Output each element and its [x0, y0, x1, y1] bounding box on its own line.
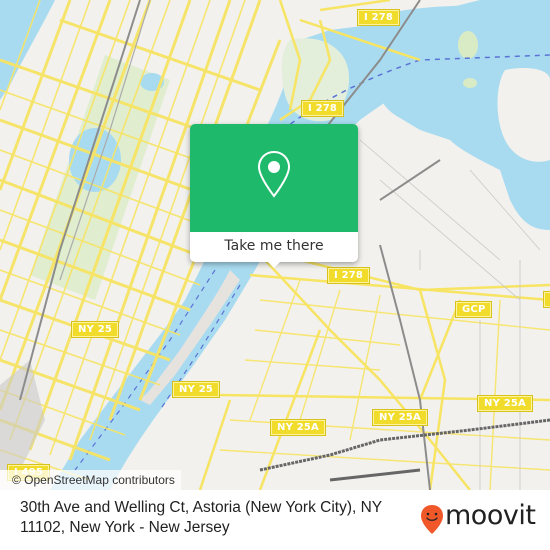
road-shield-ny25a: NY 25A — [372, 409, 428, 426]
map-attribution[interactable]: © OpenStreetMap contributors — [0, 470, 181, 490]
popup-header — [190, 124, 358, 232]
address-text: 30th Ave and Welling Ct, Astoria (New Yo… — [20, 499, 382, 536]
island-1 — [458, 31, 478, 59]
map-view[interactable]: I 278 I 278 I 278 GCP G NY 25 NY 25 NY 2… — [0, 0, 550, 490]
moovit-pin-icon — [421, 505, 443, 534]
road-shield-ny25: NY 25 — [171, 381, 221, 398]
destination-popup: Take me there — [190, 124, 358, 268]
road-shield-gcp: GCP — [454, 301, 493, 318]
popup-pointer — [266, 260, 282, 268]
road-shield-gcp: G — [542, 291, 550, 308]
road-shield-i278: I 278 — [300, 100, 345, 117]
location-pin-icon — [257, 150, 291, 198]
road-shield-ny25: NY 25 — [70, 321, 120, 338]
moovit-wordmark: moovit — [445, 500, 536, 531]
footer: 30th Ave and Welling Ct, Astoria (New Yo… — [0, 490, 550, 550]
road-shield-ny25a: NY 25A — [270, 419, 326, 436]
road-shield-i278: I 278 — [326, 267, 371, 284]
island-2 — [463, 78, 477, 88]
road-shield-ny25a: NY 25A — [477, 395, 533, 412]
moovit-logo[interactable]: moovit — [419, 500, 544, 538]
road-shield-i278: I 278 — [356, 9, 401, 26]
take-me-there-button[interactable]: Take me there — [190, 232, 358, 262]
